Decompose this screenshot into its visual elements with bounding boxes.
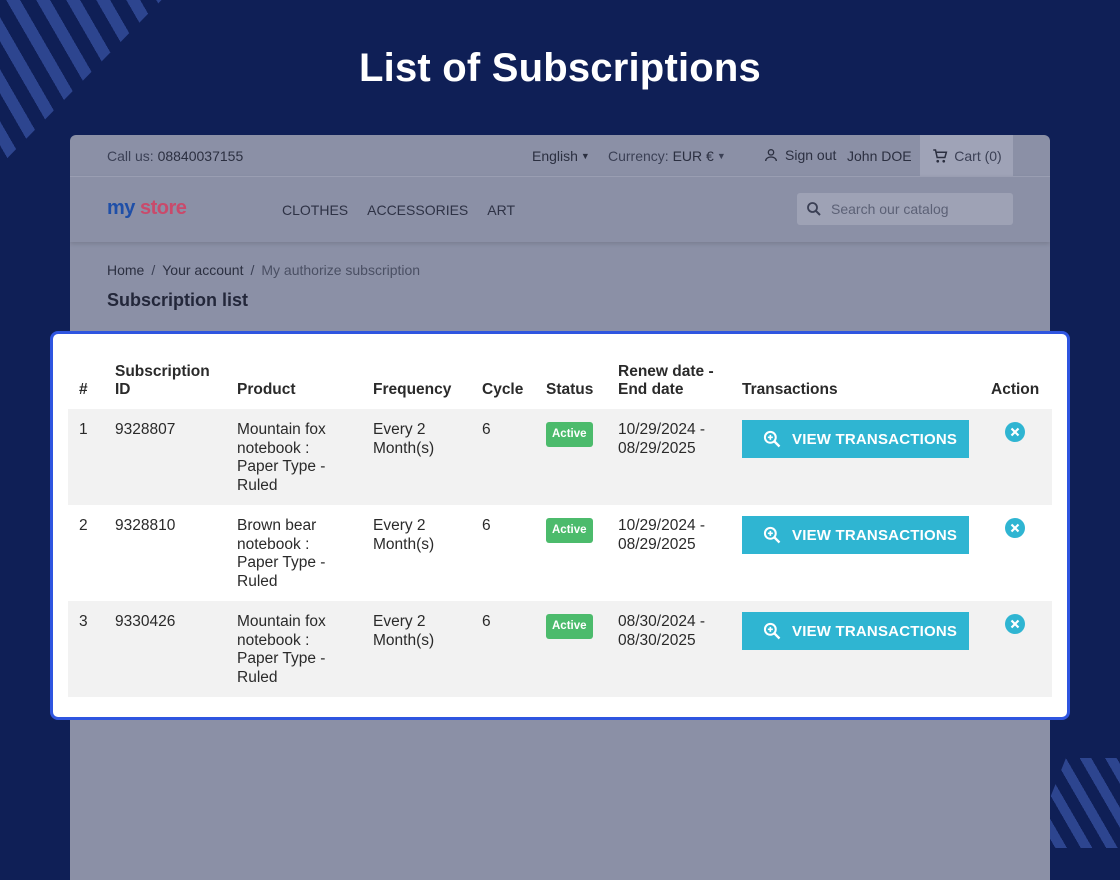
account-link[interactable]: John DOE [847,148,912,164]
zoom-in-icon [763,526,781,544]
cancel-subscription-button[interactable] [1005,518,1025,538]
view-transactions-label: VIEW TRANSACTIONS [792,526,958,544]
caret-down-icon: ▼ [580,151,590,161]
product-name: Mountain fox notebook : Paper Type - Rul… [237,421,326,494]
table-row: 3 9330426 Mountain fox notebook : Paper … [68,601,1052,697]
main-menu: CLOTHES ACCESSORIES ART [282,202,515,218]
subscription-id: 9330426 [115,613,176,630]
cancel-subscription-button[interactable] [1005,422,1025,442]
logo-text-my: my [107,197,135,219]
view-transactions-label: VIEW TRANSACTIONS [792,430,958,448]
status-badge: Active [546,614,593,639]
subscription-table-card: # Subscription ID Product Frequency Cycl… [50,331,1070,720]
phone-number: 08840037155 [157,148,244,164]
action-cell [980,601,1052,697]
renew-end-dates: 08/30/2024 - 08/30/2025 [618,613,706,649]
currency-label: Currency: [608,148,669,164]
action-cell [980,409,1052,505]
frequency: Every 2 Month(s) [373,421,435,457]
breadcrumb-account[interactable]: Your account [162,262,243,278]
product-name: Brown bear notebook : Paper Type - Ruled [237,517,326,590]
header-subscription-id: Subscription ID [115,363,210,398]
cycle: 6 [482,517,491,534]
status-badge: Active [546,422,593,447]
renew-end-dates: 10/29/2024 - 08/29/2025 [618,421,706,457]
table-row: 1 9328807 Mountain fox notebook : Paper … [68,409,1052,505]
close-circle-icon [1010,619,1020,629]
action-cell [980,505,1052,601]
currency-value: EUR € [672,148,714,164]
transactions-cell: VIEW TRANSACTIONS [731,601,980,697]
status-cell: Active [535,601,607,697]
renew-end-dates: 10/29/2024 - 08/29/2025 [618,517,706,553]
frequency: Every 2 Month(s) [373,517,435,553]
status-cell: Active [535,505,607,601]
status-badge: Active [546,518,593,543]
cart-label: Cart (0) [954,147,1002,164]
zoom-in-icon [763,622,781,640]
cancel-subscription-button[interactable] [1005,614,1025,634]
menu-item-accessories[interactable]: ACCESSORIES [367,202,468,218]
person-icon [765,149,777,162]
header-action: Action [991,381,1040,398]
header-product: Product [237,381,296,398]
transactions-cell: VIEW TRANSACTIONS [731,409,980,505]
subscription-id: 9328807 [115,421,176,438]
cycle: 6 [482,613,491,630]
caret-down-icon: ▼ [716,151,726,161]
contact-info: Call us: 08840037155 [107,148,243,164]
menu-item-art[interactable]: ART [487,202,515,218]
store-logo[interactable]: my store [107,197,187,220]
language-value: English [532,148,578,164]
header-cycle: Cycle [482,381,524,398]
breadcrumb-home[interactable]: Home [107,262,144,278]
header-number: # [79,381,88,398]
call-label: Call us: [107,148,154,164]
page-title: Subscription list [107,290,249,310]
breadcrumb: Home / Your account / My authorize subscript… [107,262,421,278]
header-frequency: Frequency [373,381,452,398]
view-transactions-button[interactable]: VIEW TRANSACTIONS [742,516,969,554]
currency-selector[interactable]: Currency: EUR € ▼ [608,148,726,164]
view-transactions-button[interactable]: VIEW TRANSACTIONS [742,420,969,458]
table-header-row: # Subscription ID Product Frequency Cycl… [68,350,1052,409]
subscription-table: # Subscription ID Product Frequency Cycl… [68,350,1052,697]
close-circle-icon [1010,427,1020,437]
header-transactions: Transactions [742,381,838,398]
product-name: Mountain fox notebook : Paper Type - Rul… [237,613,326,686]
search-box[interactable]: Search our catalog [797,193,1013,225]
menu-item-clothes[interactable]: CLOTHES [282,202,348,218]
zoom-in-icon [763,430,781,448]
view-transactions-label: VIEW TRANSACTIONS [792,622,958,640]
search-icon [807,202,821,216]
view-transactions-button[interactable]: VIEW TRANSACTIONS [742,612,969,650]
row-number: 2 [79,517,88,534]
cycle: 6 [482,421,491,438]
subscription-id: 9328810 [115,517,176,534]
table-row: 2 9328810 Brown bear notebook : Paper Ty… [68,505,1052,601]
frequency: Every 2 Month(s) [373,613,435,649]
close-circle-icon [1010,523,1020,533]
store-navbar: my store CLOTHES ACCESSORIES ART Search … [70,176,1050,242]
breadcrumb-current: My authorize subscription [261,262,421,278]
language-selector[interactable]: English ▼ [532,148,590,164]
cart-icon [933,148,948,163]
logo-text-store: store [139,197,187,219]
header-status: Status [546,381,594,398]
row-number: 1 [79,421,88,438]
row-number: 3 [79,613,88,630]
page-headline: List of Subscriptions [359,46,761,90]
search-input[interactable]: Search our catalog [831,201,949,217]
header-dates: Renew date - End date [618,363,714,398]
store-topbar: Call us: 08840037155 English ▼ Currency: … [70,135,1050,176]
cart-link[interactable]: Cart (0) [920,135,1013,176]
status-cell: Active [535,409,607,505]
transactions-cell: VIEW TRANSACTIONS [731,505,980,601]
sign-out-link[interactable]: Sign out [763,147,836,163]
sign-out-label: Sign out [785,147,837,163]
